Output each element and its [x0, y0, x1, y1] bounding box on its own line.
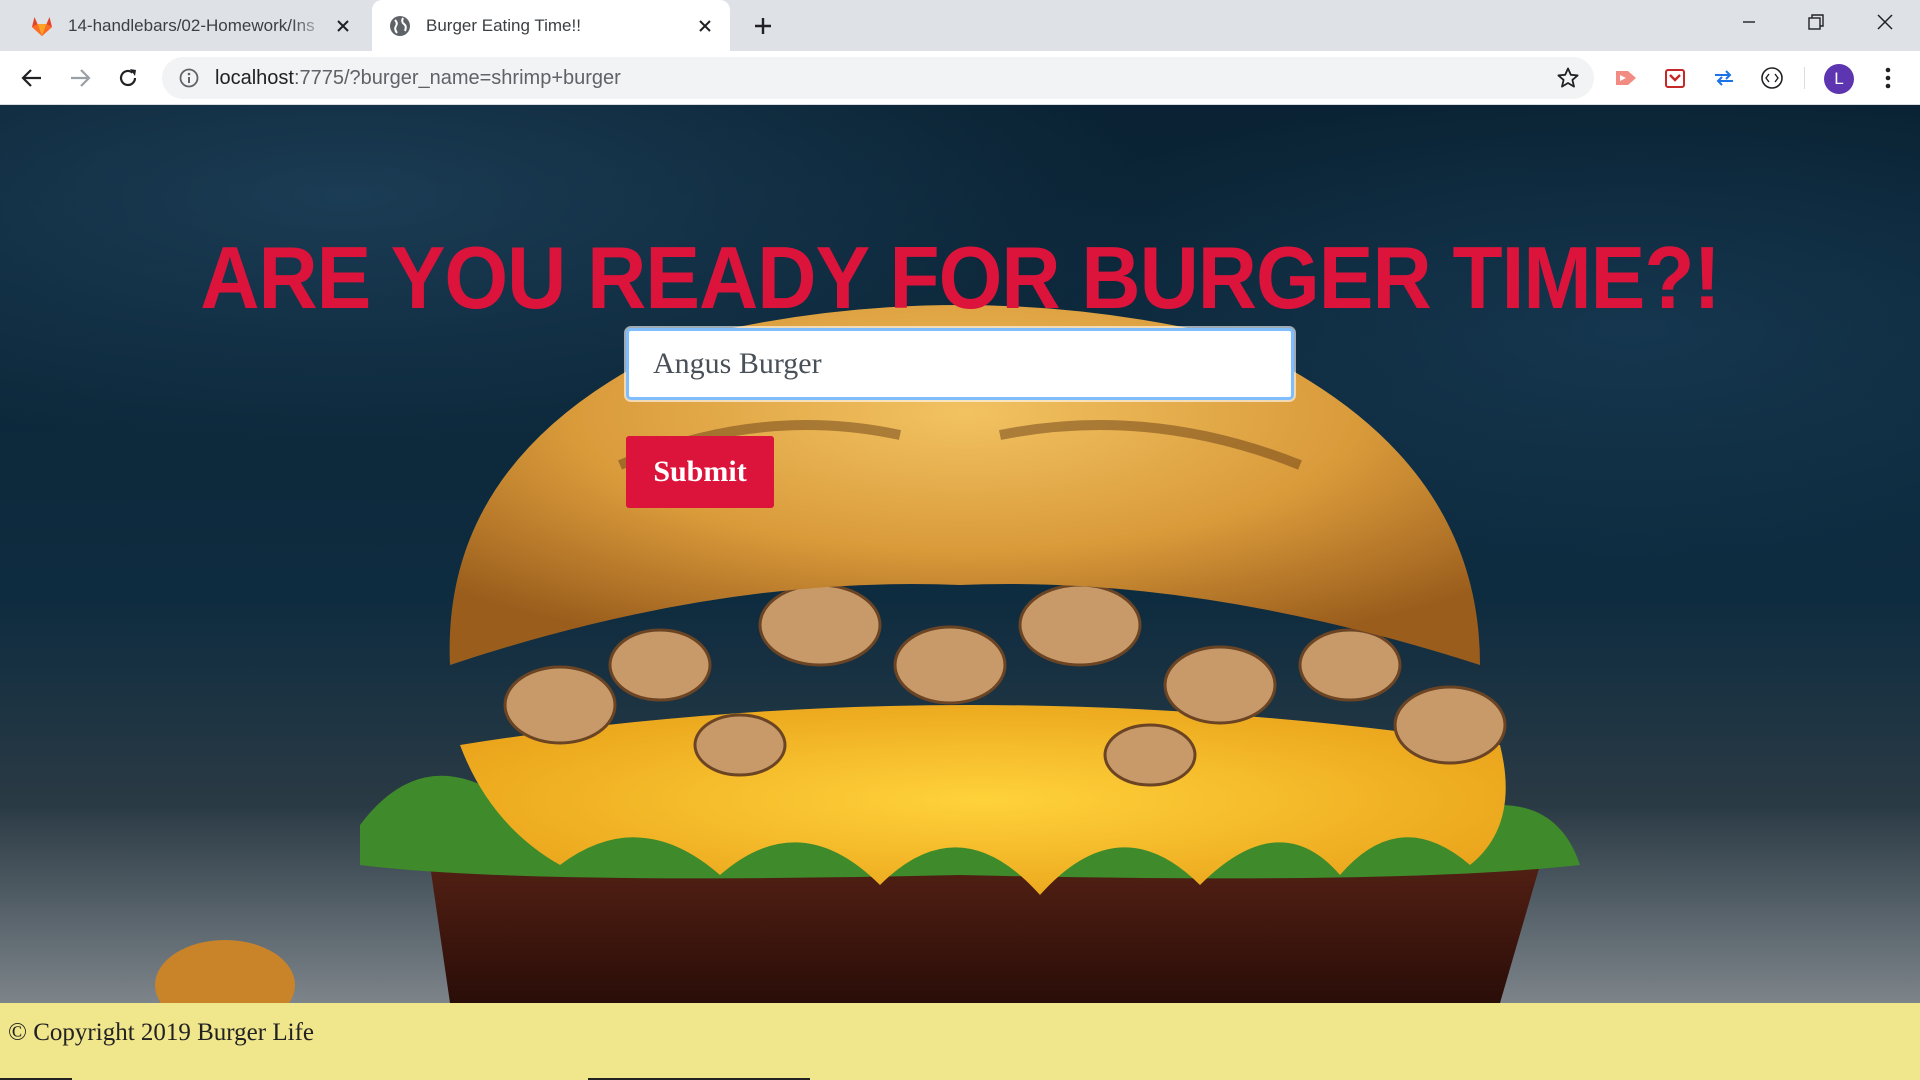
- gitlab-icon: [32, 16, 52, 36]
- forward-icon[interactable]: [62, 60, 98, 96]
- globe-icon: [390, 15, 410, 36]
- tab-strip: 14-handlebars/02-Homework/Ins Burger Eat…: [0, 0, 1920, 51]
- footer: © Copyright 2019 Burger Life: [0, 1003, 1920, 1080]
- minimize-icon[interactable]: [1715, 0, 1783, 44]
- url-host: localhost: [215, 66, 294, 89]
- browser-toolbar: localhost:7775/?burger_name=shrimp+burge…: [0, 51, 1920, 105]
- tab-burger[interactable]: Burger Eating Time!!: [372, 0, 730, 51]
- tab-gitlab[interactable]: 14-handlebars/02-Homework/Ins: [16, 0, 368, 51]
- new-tab-icon[interactable]: [748, 11, 778, 41]
- footer-copyright: © Copyright 2019 Burger Life: [8, 1019, 314, 1046]
- url-text: localhost:7775/?burger_name=shrimp+burge…: [215, 67, 621, 90]
- bookmark-star-icon[interactable]: [1556, 66, 1580, 90]
- burger-name-input[interactable]: [626, 328, 1294, 400]
- code-extension-icon[interactable]: [1758, 64, 1786, 92]
- reload-icon[interactable]: [110, 60, 146, 96]
- address-bar[interactable]: localhost:7775/?burger_name=shrimp+burge…: [162, 57, 1594, 99]
- page-viewport: ARE YOU READY FOR BURGER TIME?! Submit ©…: [0, 105, 1920, 1080]
- back-icon[interactable]: [14, 60, 50, 96]
- url-path: :7775/?burger_name=shrimp+burger: [293, 66, 621, 89]
- info-icon[interactable]: [177, 66, 201, 90]
- pocket-icon[interactable]: [1661, 64, 1689, 92]
- restore-icon[interactable]: [1782, 0, 1850, 44]
- close-icon[interactable]: [330, 13, 356, 39]
- tab-title: Burger Eating Time!!: [426, 15, 581, 35]
- extension-icon[interactable]: [1613, 64, 1641, 92]
- menu-kebab-icon[interactable]: [1870, 60, 1906, 96]
- profile-avatar[interactable]: L: [1824, 64, 1854, 94]
- close-icon[interactable]: [692, 13, 718, 39]
- toolbar-divider: [1804, 67, 1805, 89]
- page-title: ARE YOU READY FOR BURGER TIME?!: [200, 229, 1721, 328]
- sync-arrows-icon[interactable]: [1710, 64, 1738, 92]
- tab-title: 14-handlebars/02-Homework/Ins: [68, 15, 315, 35]
- submit-button[interactable]: Submit: [626, 436, 774, 508]
- close-window-icon[interactable]: [1851, 0, 1919, 44]
